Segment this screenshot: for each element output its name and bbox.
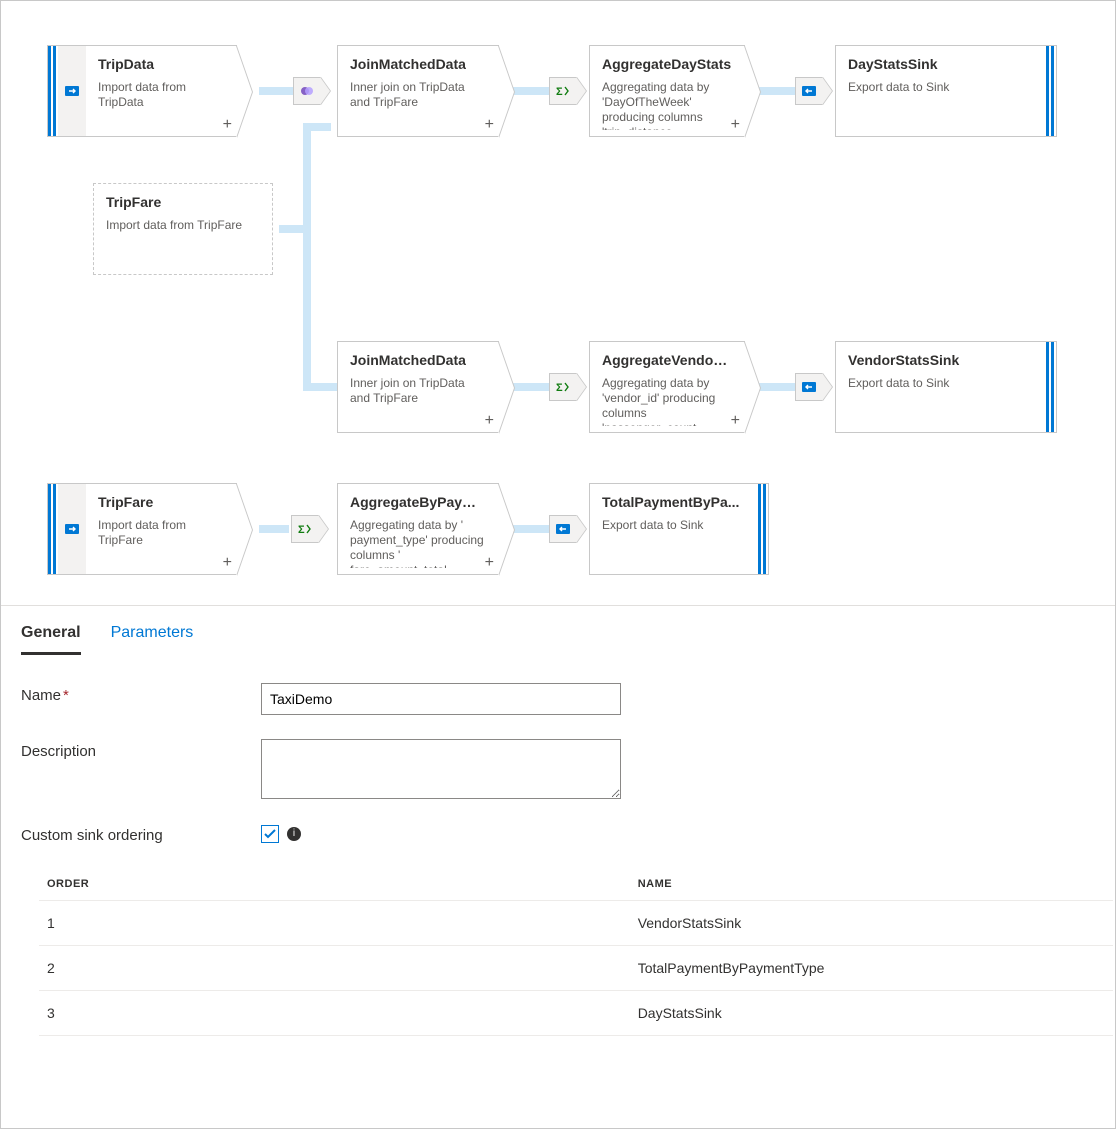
node-desc: Export data to Sink <box>848 80 1034 130</box>
add-transform-icon[interactable]: + <box>223 116 232 134</box>
col-order: ORDER <box>39 868 630 901</box>
node-title: TripData <box>98 56 224 72</box>
node-desc: Aggregating data by 'DayOfTheWeek' produ… <box>602 80 732 130</box>
table-row[interactable]: 2 TotalPaymentByPaymentType <box>39 946 1113 991</box>
node-title: JoinMatchedData <box>350 56 486 72</box>
aggregate-op-icon[interactable]: Σ <box>549 373 577 401</box>
custom-sink-checkbox[interactable] <box>261 825 279 843</box>
source-icon <box>58 484 86 574</box>
aggregate-op-icon[interactable]: Σ <box>291 515 319 543</box>
node-aggday[interactable]: AggregateDayStats Aggregating data by 'D… <box>589 45 745 137</box>
node-title: DayStatsSink <box>848 56 1034 72</box>
node-title: JoinMatchedData <box>350 352 486 368</box>
sink-op-icon[interactable] <box>549 515 577 543</box>
node-aggvendor[interactable]: AggregateVendorS... Aggregating data by … <box>589 341 745 433</box>
label-description: Description <box>21 739 261 760</box>
node-desc: Import data from TripFare <box>106 218 260 268</box>
properties-panel: General Parameters Name* Description Cus… <box>1 605 1115 1128</box>
node-tripfare2[interactable]: TripFare Import data from TripFare + <box>47 483 237 575</box>
node-desc: Inner join on TripData and TripFare <box>350 80 486 130</box>
node-tripdata[interactable]: TripData Import data from TripData + <box>47 45 237 137</box>
node-paysink[interactable]: TotalPaymentByPa... Export data to Sink <box>589 483 769 575</box>
node-vendorsink[interactable]: VendorStatsSink Export data to Sink <box>835 341 1057 433</box>
add-transform-icon[interactable]: + <box>731 116 740 134</box>
node-title: AggregateDayStats <box>602 56 732 72</box>
info-icon[interactable]: i <box>287 827 301 841</box>
node-desc: Aggregating data by ' payment_type' prod… <box>350 518 486 568</box>
node-title: TripFare <box>98 494 224 510</box>
name-field[interactable] <box>261 683 621 715</box>
sink-op-icon[interactable] <box>795 77 823 105</box>
label-custom-sink: Custom sink ordering <box>21 823 261 844</box>
aggregate-op-icon[interactable]: Σ <box>549 77 577 105</box>
node-daysink[interactable]: DayStatsSink Export data to Sink <box>835 45 1057 137</box>
add-transform-icon[interactable]: + <box>731 412 740 430</box>
node-join1[interactable]: JoinMatchedData Inner join on TripData a… <box>337 45 499 137</box>
node-desc: Inner join on TripData and TripFare <box>350 376 486 426</box>
node-aggpay[interactable]: AggregateByPaym... Aggregating data by '… <box>337 483 499 575</box>
join-op-icon[interactable] <box>293 77 321 105</box>
node-desc: Aggregating data by 'vendor_id' producin… <box>602 376 732 426</box>
flow-canvas[interactable]: TripData Import data from TripData + Joi… <box>1 1 1115 605</box>
tabs: General Parameters <box>21 606 1095 655</box>
col-name: NAME <box>630 868 1113 901</box>
add-transform-icon[interactable]: + <box>485 554 494 572</box>
sink-order-table: ORDER NAME 1 VendorStatsSink 2 TotalPaym… <box>39 868 1113 1036</box>
table-row[interactable]: 1 VendorStatsSink <box>39 901 1113 946</box>
node-title: TotalPaymentByPa... <box>602 494 746 510</box>
sink-op-icon[interactable] <box>795 373 823 401</box>
svg-text:Σ: Σ <box>298 524 305 536</box>
node-desc: Import data from TripData <box>98 80 224 130</box>
description-field[interactable] <box>261 739 621 799</box>
add-transform-icon[interactable]: + <box>485 412 494 430</box>
node-desc: Export data to Sink <box>602 518 746 568</box>
node-title: AggregateByPaym... <box>350 494 486 510</box>
label-name: Name* <box>21 683 261 704</box>
node-desc: Export data to Sink <box>848 376 1034 426</box>
node-join2[interactable]: JoinMatchedData Inner join on TripData a… <box>337 341 499 433</box>
table-row[interactable]: 3 DayStatsSink <box>39 991 1113 1036</box>
node-desc: Import data from TripFare <box>98 518 224 568</box>
svg-text:Σ: Σ <box>556 382 563 394</box>
add-transform-icon[interactable]: + <box>485 116 494 134</box>
node-tripfare-ghost[interactable]: TripFare Import data from TripFare <box>93 183 273 275</box>
tab-parameters[interactable]: Parameters <box>111 624 194 655</box>
node-title: AggregateVendorS... <box>602 352 732 368</box>
node-title: TripFare <box>106 194 260 210</box>
tab-general[interactable]: General <box>21 624 81 655</box>
source-icon <box>58 46 86 136</box>
add-transform-icon[interactable]: + <box>223 554 232 572</box>
node-title: VendorStatsSink <box>848 352 1034 368</box>
svg-text:Σ: Σ <box>556 86 563 98</box>
